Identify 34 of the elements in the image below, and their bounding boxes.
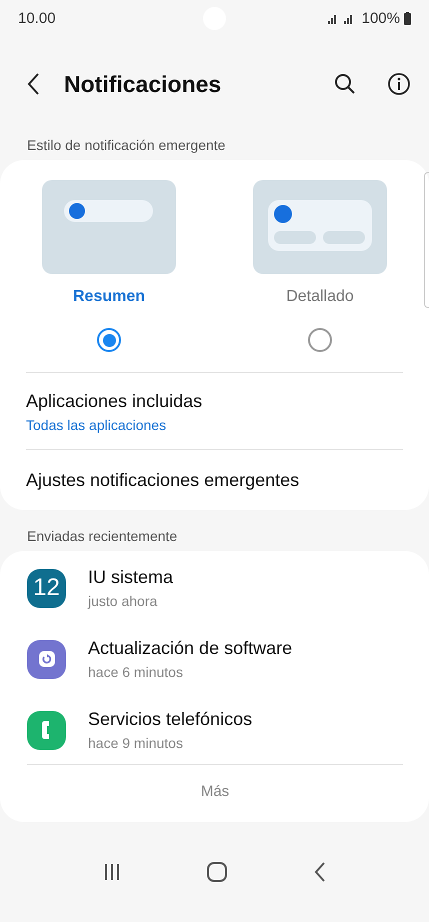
option-label: Resumen <box>72 288 146 306</box>
status-time: 10.00 <box>18 10 56 26</box>
app-item[interactable]: 12 IU sistema justo ahora <box>27 551 403 622</box>
app-icon: 12 <box>27 568 66 608</box>
settings-item[interactable]: Ajustes notificaciones emergentes <box>26 449 403 510</box>
app-name: Actualización de software <box>88 638 292 659</box>
section-label: Enviadas recientemente <box>26 527 178 546</box>
radio-button[interactable] <box>308 328 332 352</box>
radio-button[interactable] <box>97 328 121 352</box>
app-name: Servicios telefónicos <box>88 709 252 730</box>
app-name: IU sistema <box>88 567 174 588</box>
info-icon <box>387 72 411 96</box>
search-icon <box>333 72 357 96</box>
back-icon <box>26 72 40 96</box>
home-icon <box>207 862 228 882</box>
detailed-preview-icon <box>253 180 387 274</box>
settings-item[interactable]: Aplicaciones incluidas Todas las aplicaciones <box>26 372 403 449</box>
item-title: Aplicaciones incluidas <box>26 391 204 412</box>
app-time: hace 6 minutos <box>88 664 184 680</box>
battery-icon <box>404 12 411 24</box>
section-label: Estilo de notificación emergente <box>26 136 226 155</box>
brief-preview-icon <box>42 180 176 274</box>
page-title: Notificaciones <box>64 70 222 98</box>
app-time: hace 9 minutos <box>88 735 184 751</box>
app-item[interactable]: Servicios telefónicos hace 9 minutos <box>27 693 403 764</box>
recents-icon <box>103 863 122 881</box>
item-title: Ajustes notificaciones emergentes <box>26 470 300 491</box>
app-item[interactable]: Actualización de software hace 6 minutos <box>27 622 403 693</box>
more-button[interactable]: Más <box>27 764 403 822</box>
item-subtitle: Todas las aplicaciones <box>26 417 168 433</box>
option-label: Detallado <box>286 288 354 306</box>
app-time: justo ahora <box>88 593 158 609</box>
battery-level: 100% <box>362 10 400 26</box>
back-icon <box>314 862 326 882</box>
